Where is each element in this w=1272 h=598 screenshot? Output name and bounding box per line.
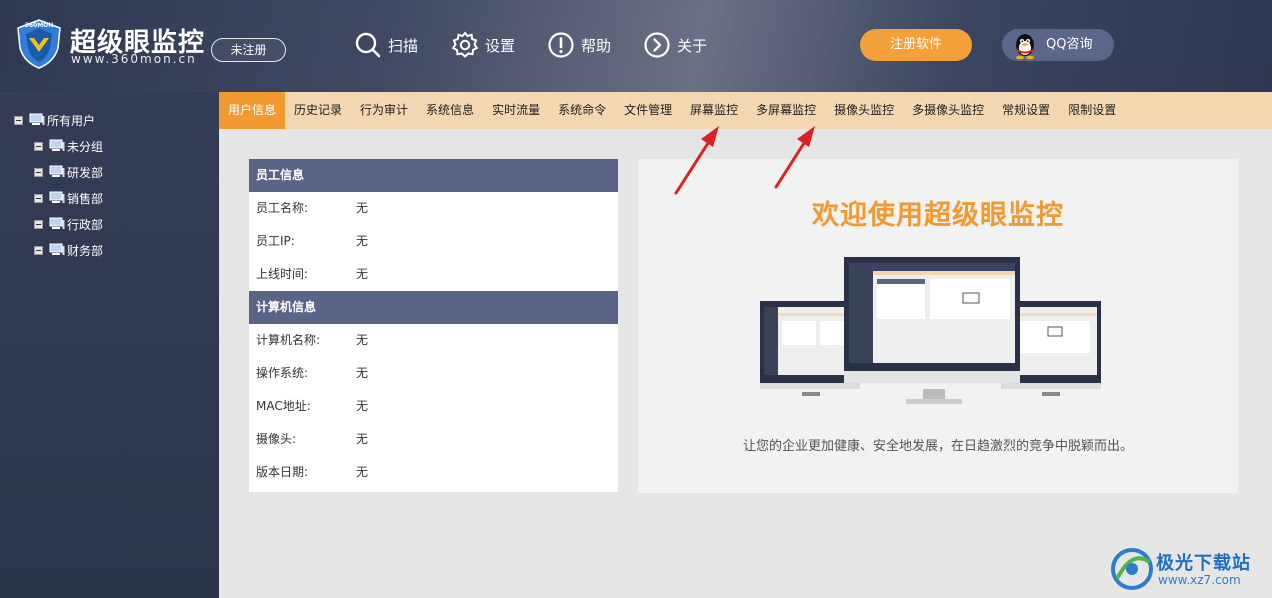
tree-group-item[interactable]: 行政部 (34, 214, 103, 234)
tab-realtime-traffic[interactable]: 实时流量 (483, 92, 549, 129)
info-value: 无 (356, 201, 369, 215)
info-row: 员工名称: 无 (249, 192, 618, 225)
aurora-logo-icon (1111, 548, 1153, 590)
tab-system-command[interactable]: 系统命令 (549, 92, 615, 129)
info-label: 操作系统: (256, 366, 309, 380)
search-icon (355, 32, 381, 58)
nav-about-label: 关于 (677, 36, 708, 55)
info-value: 无 (356, 267, 369, 281)
unregistered-button[interactable]: 未注册 (211, 38, 286, 62)
info-value: 无 (356, 333, 369, 347)
tab-camera-monitor[interactable]: 摄像头监控 (825, 92, 903, 129)
tree-group-label: 行政部 (67, 217, 104, 232)
tree-root-label: 所有用户 (47, 113, 96, 128)
collapse-toggle-icon[interactable] (34, 245, 43, 255)
computer-icon (49, 191, 65, 203)
nav-help-button[interactable]: 帮助 (547, 30, 611, 60)
info-row: 员工IP: 无 (249, 225, 618, 258)
function-tab-bar: 用户信息 历史记录 行为审计 系统信息 实时流量 系统命令 文件管理 屏幕监控 … (219, 92, 1272, 129)
nav-scan-label: 扫描 (388, 36, 419, 55)
info-row: 计算机名称: 无 (249, 324, 618, 357)
tab-system-info[interactable]: 系统信息 (417, 92, 483, 129)
tab-file-management[interactable]: 文件管理 (615, 92, 681, 129)
computer-info-heading: 计算机信息 (249, 291, 618, 324)
watermark-url: www.xz7.com (1158, 573, 1241, 587)
info-label: 员工IP: (256, 234, 295, 248)
info-row: 版本日期: 无 (249, 456, 618, 489)
tab-behavior-audit[interactable]: 行为审计 (351, 92, 417, 129)
info-value: 无 (356, 465, 369, 479)
nav-scan-button[interactable]: 扫描 (354, 30, 418, 60)
tree-root-all-users[interactable]: 所有用户 (14, 110, 95, 130)
tab-history[interactable]: 历史记录 (285, 92, 351, 129)
collapse-toggle-icon[interactable] (34, 167, 43, 177)
svg-text:360MON: 360MON (25, 22, 54, 29)
nav-help-label: 帮助 (581, 36, 612, 55)
welcome-panel: 欢迎使用超级眼监控 让您的企业更加健康、安全地发展，在日趋激烈的竞争中脱颖而出。 (638, 159, 1238, 493)
app-header: 360MON 超级眼监控 www.360mon.cn 未注册 扫描 设置 帮助 … (0, 0, 1272, 92)
info-label: MAC地址: (256, 399, 311, 413)
welcome-title: 欢迎使用超级眼监控 (812, 200, 1064, 231)
tab-multi-screen-monitor[interactable]: 多屏幕监控 (747, 92, 825, 129)
collapse-toggle-icon[interactable] (34, 141, 43, 151)
user-tree-sidebar: 所有用户 未分组 研发部 销售部 行政部 财务部 (0, 92, 219, 598)
user-info-panel: 员工信息 员工名称: 无 员工IP: 无 上线时间: 无 计算机信息 计算机名称… (249, 159, 618, 492)
tree-group-label: 销售部 (67, 191, 104, 206)
nav-settings-button[interactable]: 设置 (451, 30, 515, 60)
computer-icon (49, 165, 65, 177)
shield-logo-icon: 360MON (17, 19, 61, 69)
gear-icon (451, 31, 479, 58)
tree-group-item[interactable]: 销售部 (34, 188, 103, 208)
computer-icon (29, 113, 45, 125)
tree-group-label: 研发部 (67, 165, 104, 180)
info-row: MAC地址: 无 (249, 390, 618, 423)
tab-screen-monitor[interactable]: 屏幕监控 (681, 92, 747, 129)
help-icon (548, 32, 574, 58)
info-row: 摄像头: 无 (249, 423, 618, 456)
tree-group-item[interactable]: 未分组 (34, 136, 103, 156)
collapse-toggle-icon[interactable] (34, 193, 43, 203)
qq-penguin-icon (1016, 34, 1034, 60)
tree-group-label: 财务部 (67, 243, 104, 258)
app-url: www.360mon.cn (71, 52, 197, 66)
tab-multi-camera-monitor[interactable]: 多摄像头监控 (903, 92, 993, 129)
collapse-toggle-icon[interactable] (34, 219, 43, 229)
monitors-illustration-icon (760, 257, 1101, 404)
computer-icon (49, 243, 65, 255)
info-row: 上线时间: 无 (249, 258, 618, 291)
info-value: 无 (356, 366, 369, 380)
register-software-button[interactable]: 注册软件 (860, 29, 972, 61)
employee-info-heading: 员工信息 (249, 159, 618, 192)
info-label: 版本日期: (256, 465, 309, 479)
about-icon (644, 32, 670, 58)
tab-user-info[interactable]: 用户信息 (219, 92, 286, 129)
info-value: 无 (356, 234, 369, 248)
nav-about-button[interactable]: 关于 (643, 30, 707, 60)
tree-group-item[interactable]: 研发部 (34, 162, 103, 182)
info-label: 摄像头: (256, 432, 297, 446)
tree-group-label: 未分组 (67, 139, 104, 154)
info-value: 无 (356, 432, 369, 446)
watermark-title: 极光下载站 (1156, 553, 1251, 574)
computer-icon (49, 139, 65, 151)
nav-settings-label: 设置 (485, 36, 516, 55)
qq-consult-label: QQ咨询 (1046, 37, 1093, 52)
info-label: 员工名称: (256, 201, 309, 215)
qq-consult-button[interactable]: QQ咨询 (1002, 29, 1114, 61)
info-value: 无 (356, 399, 369, 413)
tree-group-item[interactable]: 财务部 (34, 240, 103, 260)
tab-restriction-settings[interactable]: 限制设置 (1059, 92, 1125, 129)
info-label: 上线时间: (256, 267, 309, 281)
welcome-subtitle: 让您的企业更加健康、安全地发展，在日趋激烈的竞争中脱颖而出。 (742, 439, 1133, 454)
info-label: 计算机名称: (256, 333, 321, 347)
site-watermark: 极光下载站 www.xz7.com (1110, 545, 1265, 593)
info-row: 操作系统: 无 (249, 357, 618, 390)
tab-general-settings[interactable]: 常规设置 (993, 92, 1059, 129)
collapse-toggle-icon[interactable] (14, 115, 23, 125)
computer-icon (49, 217, 65, 229)
